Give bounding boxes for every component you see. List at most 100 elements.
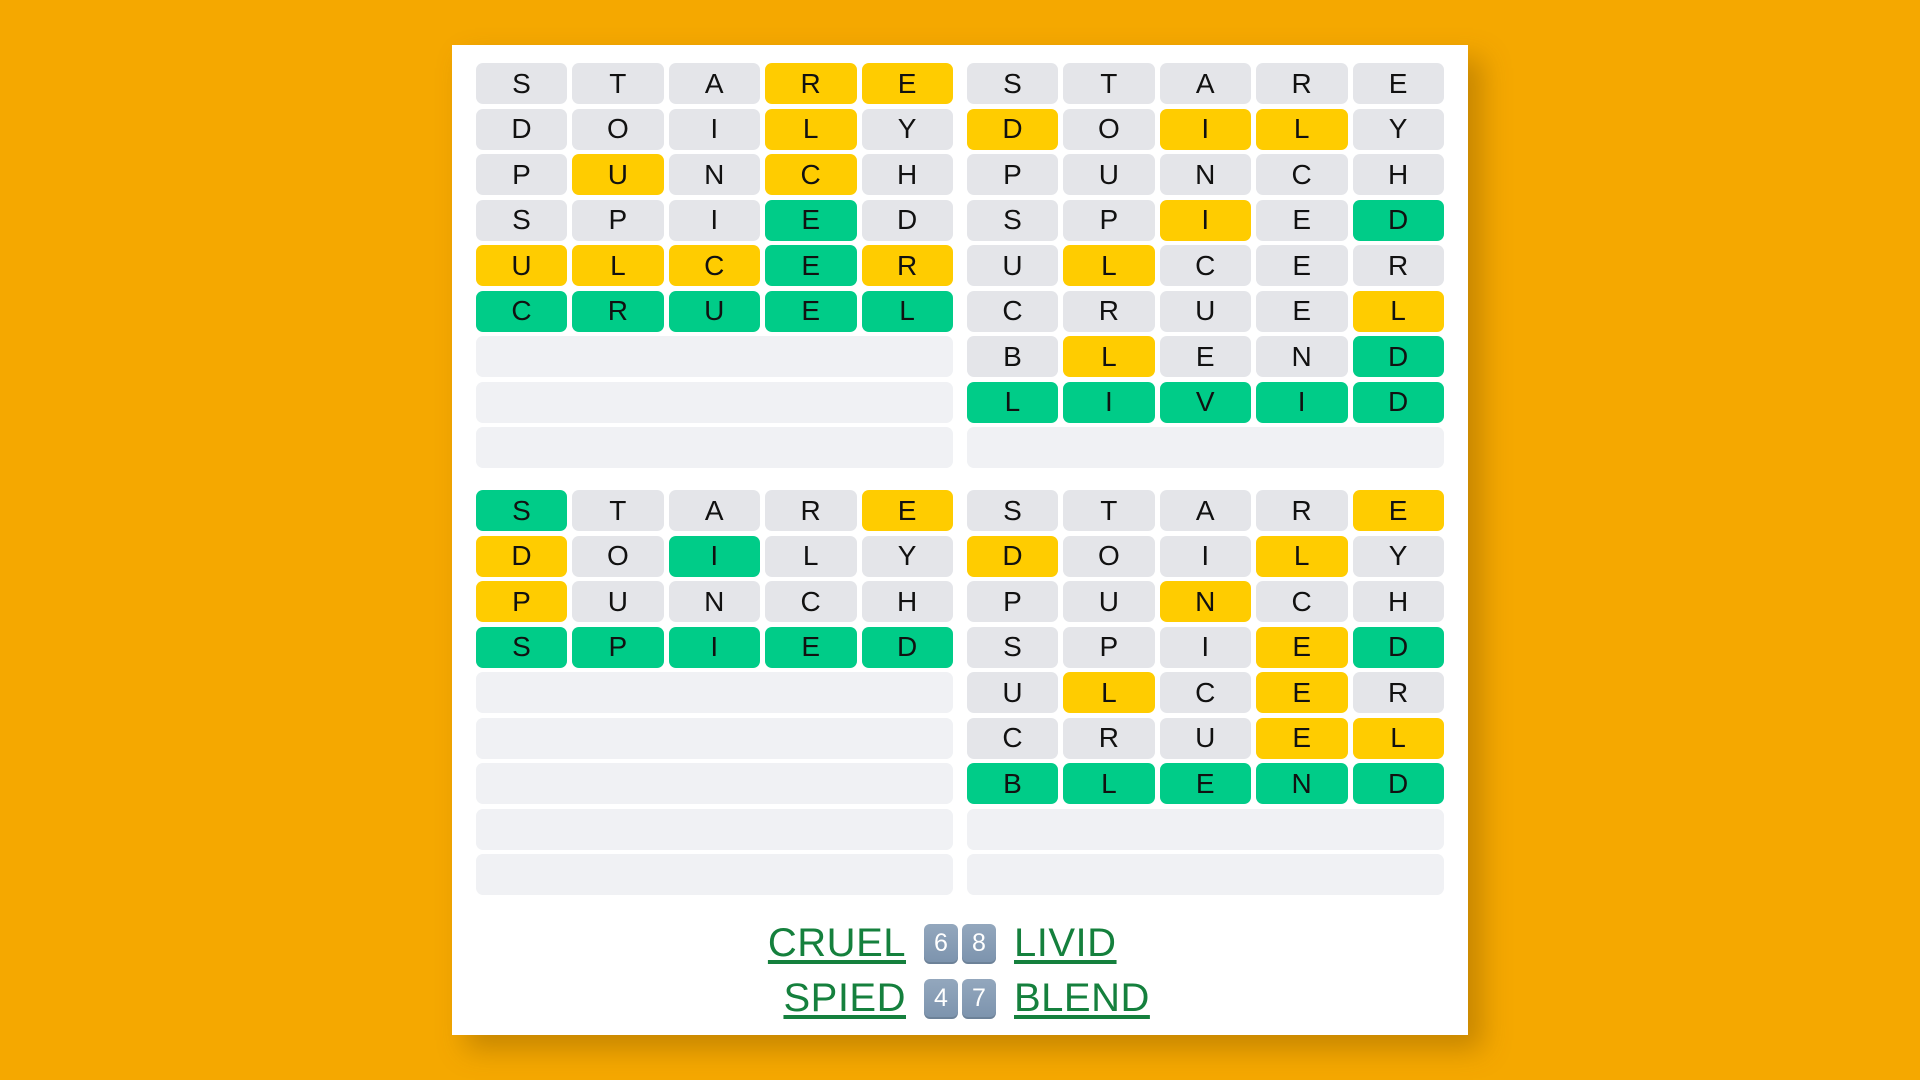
letter-tile-absent: S [967, 199, 1059, 241]
letter-tile-present: D [967, 535, 1059, 577]
letter-tile-correct: E [1159, 763, 1252, 804]
empty-guess-row [476, 381, 953, 423]
letter-tile-correct: L [1063, 763, 1155, 804]
letter-tile-absent: N [668, 581, 761, 622]
letter-tile-absent: I [1159, 535, 1252, 577]
answer-line-1: CRUEL 6 8 LIVID [728, 921, 1192, 966]
letter-tile-present: L [1256, 535, 1348, 577]
letter-tile-absent: T [1063, 63, 1155, 104]
empty-tile [476, 427, 571, 468]
empty-tile [667, 336, 762, 377]
letter-tile-absent: I [1159, 626, 1252, 668]
letter-tile-absent: E [1256, 290, 1348, 332]
letter-tile-present: E [861, 490, 954, 531]
empty-tile [967, 854, 1062, 895]
empty-tile [858, 382, 953, 423]
letter-tile-correct: S [476, 490, 568, 531]
letter-tile-present: L [1063, 245, 1155, 286]
answer-word-cruel[interactable]: CRUEL [728, 921, 906, 966]
letter-tile-present: E [1352, 490, 1445, 531]
letter-tile-absent: C [967, 717, 1059, 759]
empty-tile [476, 382, 571, 423]
letter-tile-absent: R [1256, 490, 1348, 531]
empty-tile [762, 427, 857, 468]
empty-tile [967, 809, 1062, 850]
letter-tile-absent: Y [861, 108, 954, 150]
letter-tile-present: L [765, 108, 857, 150]
letter-tile-absent: I [668, 199, 761, 241]
empty-tile [476, 718, 571, 759]
letter-tile-present: E [1256, 717, 1348, 759]
score-badge-left-1: 6 [924, 923, 958, 964]
score-badges-line-1: 6 8 [924, 923, 996, 964]
board-top-left: STAREDOILYPUNCHSPIEDULCERCRUEL [476, 63, 954, 468]
letter-tile-present: I [1159, 108, 1252, 150]
empty-tile [762, 336, 857, 377]
empty-tile [1349, 427, 1444, 468]
empty-tile [571, 382, 666, 423]
letter-tile-absent: A [668, 490, 761, 531]
letter-tile-absent: O [1063, 108, 1155, 150]
empty-tile [1062, 427, 1157, 468]
board-top-right: STAREDOILYPUNCHSPIEDULCERCRUELBLENDLIVID [967, 63, 1445, 468]
letter-tile-absent: P [967, 581, 1059, 622]
empty-tile [667, 382, 762, 423]
letter-tile-absent: Y [1352, 108, 1445, 150]
empty-tile [762, 718, 857, 759]
guess-row: BLEND [967, 336, 1445, 377]
answer-word-livid[interactable]: LIVID [1014, 921, 1192, 966]
letter-tile-absent: C [1256, 581, 1348, 622]
letter-tile-absent: U [967, 245, 1059, 286]
answer-word-spied[interactable]: SPIED [728, 976, 906, 1021]
letter-tile-absent: R [1256, 63, 1348, 104]
letter-tile-absent: U [572, 581, 664, 622]
letter-tile-absent: H [861, 581, 954, 622]
letter-tile-correct: I [668, 535, 761, 577]
letter-tile-absent: Y [1352, 535, 1445, 577]
letter-tile-correct: N [1256, 763, 1348, 804]
guess-row: DOILY [476, 108, 954, 150]
letter-tile-correct: L [861, 290, 954, 332]
empty-guess-row [476, 763, 953, 804]
letter-tile-present: E [1256, 672, 1348, 713]
quordle-results-card: STAREDOILYPUNCHSPIEDULCERCRUELSTAREDOILY… [452, 45, 1468, 1035]
letter-tile-present: C [765, 154, 857, 195]
guess-row: CRUEL [967, 717, 1445, 759]
empty-tile [1062, 854, 1157, 895]
letter-tile-correct: D [861, 626, 954, 668]
letter-tile-correct: S [476, 626, 568, 668]
guess-row: DOILY [967, 108, 1445, 150]
letter-tile-absent: H [1352, 154, 1445, 195]
guess-row: CRUEL [967, 290, 1445, 332]
empty-tile [571, 427, 666, 468]
empty-tile [1349, 854, 1444, 895]
letter-tile-absent: D [861, 199, 954, 241]
letter-tile-absent: P [1063, 199, 1155, 241]
letter-tile-correct: D [1352, 381, 1445, 423]
guess-row: ULCER [476, 245, 954, 286]
letter-tile-absent: S [476, 63, 568, 104]
guess-row: DOILY [476, 535, 954, 577]
empty-guess-row [476, 717, 953, 759]
answer-word-blend[interactable]: BLEND [1014, 976, 1192, 1021]
letter-tile-present: L [1256, 108, 1348, 150]
letter-tile-absent: P [572, 199, 664, 241]
letter-tile-absent: C [967, 290, 1059, 332]
empty-tile [571, 854, 666, 895]
letter-tile-absent: U [1159, 290, 1252, 332]
empty-tile [667, 672, 762, 713]
letter-tile-absent: S [967, 626, 1059, 668]
answer-line-2: SPIED 4 7 BLEND [728, 976, 1192, 1021]
empty-tile [571, 763, 666, 804]
score-badge-left-2: 4 [924, 978, 958, 1019]
empty-tile [1158, 854, 1253, 895]
letter-tile-absent: O [572, 535, 664, 577]
guess-row: PUNCH [967, 154, 1445, 195]
letter-tile-correct: R [572, 290, 664, 332]
empty-tile [1253, 427, 1348, 468]
letter-tile-absent: T [572, 490, 664, 531]
guess-row: PUNCH [967, 581, 1445, 622]
guess-row: STARE [476, 490, 954, 531]
letter-tile-present: U [476, 245, 568, 286]
letter-tile-present: E [861, 63, 954, 104]
